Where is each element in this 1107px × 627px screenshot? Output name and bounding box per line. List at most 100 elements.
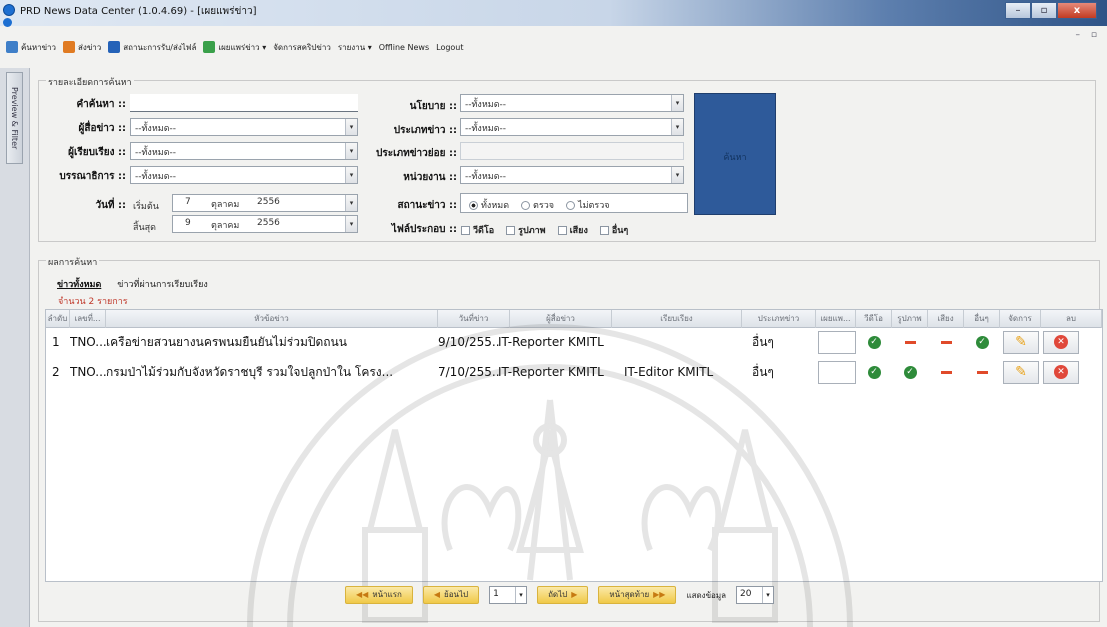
- attachment-label: ไฟล์ประกอบ ::: [391, 224, 457, 235]
- radio-icon: [521, 200, 531, 210]
- status-radio-1[interactable]: ตรวจ: [521, 198, 554, 212]
- type-select-value: --ทั้งหมด--: [465, 124, 507, 134]
- column-header-10[interactable]: เสียง: [928, 310, 964, 328]
- menu-item-3[interactable]: เผยแพร่ข่าว ▾: [203, 41, 266, 54]
- title-bar: PRD News Data Center (1.0.4.69) - [เผยแพ…: [0, 0, 1107, 27]
- pencil-icon: ✎: [1015, 334, 1027, 350]
- page-size-select[interactable]: 20 ▾: [736, 586, 775, 604]
- attach-checkbox-label: รูปภาพ: [518, 226, 546, 236]
- column-header-3[interactable]: วันที่ข่าว: [438, 310, 510, 328]
- attach-checkbox-label: เสียง: [569, 226, 588, 236]
- next-page-icon: ▶: [571, 590, 578, 599]
- table-row[interactable]: 1 TNO... เครือข่ายสวนยางนครพนมยืนยันไม่ร่ว…: [46, 329, 1102, 355]
- column-header-0[interactable]: ลำดับ: [46, 310, 70, 328]
- publish-cell-box[interactable]: [818, 361, 856, 384]
- column-header-7[interactable]: เผยแพ...: [816, 310, 856, 328]
- menu-item-4[interactable]: จัดการสคริปข่าว: [273, 41, 331, 54]
- search-button[interactable]: ค้นหา: [694, 93, 776, 215]
- preview-filter-tab[interactable]: Preview & Filter: [6, 72, 23, 164]
- column-header-12[interactable]: จัดการ: [1000, 310, 1041, 328]
- criteria-legend: รายละเอียดการค้นหา: [46, 75, 134, 89]
- last-page-button[interactable]: หน้าสุดท้าย ▶▶: [598, 586, 677, 604]
- policy-label: นโยบาย ::: [409, 101, 457, 112]
- edit-button[interactable]: ✎: [1003, 361, 1039, 384]
- page-size-value: 20: [740, 589, 752, 599]
- menu-item-2[interactable]: สถานะการรับ/ส่งไฟล์: [108, 41, 196, 54]
- delete-button[interactable]: ✕: [1043, 331, 1079, 354]
- grid-header: ลำดับ เลขที่... หัวข้อข่าว วันที่ข่าว ผู้สื่…: [46, 310, 1102, 328]
- check-icon: ✓: [975, 336, 989, 349]
- table-row[interactable]: 2 TNO... กรมป่าไม้ร่วมกับจังหวัดราชบุรี รว…: [46, 359, 1102, 385]
- unit-select[interactable]: --ทั้งหมด-- ▾: [460, 166, 684, 184]
- status-radio-0[interactable]: ทั้งหมด: [469, 198, 509, 212]
- type-select[interactable]: --ทั้งหมด-- ▾: [460, 118, 684, 136]
- app-menu-icon[interactable]: [3, 18, 12, 27]
- tab-1[interactable]: ข่าวที่ผ่านการเรียบเรียง: [115, 276, 209, 292]
- radio-icon: [566, 200, 576, 210]
- status-label: สถานะข่าว ::: [397, 200, 457, 211]
- maximize-button[interactable]: ▫: [1031, 2, 1057, 19]
- menu-item-label: เผยแพร่ข่าว ▾: [218, 42, 267, 52]
- tab-0[interactable]: ข่าวทั้งหมด: [55, 276, 103, 292]
- end-day: 9: [185, 218, 191, 228]
- menu-item-1[interactable]: ส่งข่าว: [63, 41, 101, 54]
- first-page-label: หน้าแรก: [372, 590, 402, 599]
- end-date-picker[interactable]: 9 ตุลาคม 2556 ▾: [172, 215, 358, 233]
- column-header-8[interactable]: วีดีโอ: [856, 310, 892, 328]
- search-button-label: ค้นหา: [723, 153, 747, 163]
- subtype-select[interactable]: [460, 142, 684, 160]
- chevron-down-icon: ▾: [671, 119, 683, 135]
- reporter-select[interactable]: --ทั้งหมด-- ▾: [130, 118, 358, 136]
- first-page-button[interactable]: ◀◀ หน้าแรก: [345, 586, 413, 604]
- publish-cell-box[interactable]: [818, 331, 856, 354]
- attach-checkbox-1[interactable]: รูปภาพ: [506, 223, 546, 237]
- next-page-button[interactable]: ถัดไป ▶: [537, 586, 589, 604]
- column-header-4[interactable]: ผู้สื่อข่าว: [510, 310, 612, 328]
- attach-checkbox-2[interactable]: เสียง: [557, 223, 588, 237]
- edit-button[interactable]: ✎: [1003, 331, 1039, 354]
- column-header-11[interactable]: อื่นๆ: [964, 310, 1000, 328]
- attach-checkbox-0[interactable]: วีดีโอ: [461, 223, 494, 237]
- chevron-down-icon: ▾: [762, 587, 773, 603]
- unit-select-value: --ทั้งหมด--: [465, 172, 507, 182]
- cell-date: 9/10/255...: [438, 335, 500, 349]
- minimize-button[interactable]: –: [1005, 2, 1031, 19]
- first-page-icon: ◀◀: [356, 590, 369, 599]
- page-number-select[interactable]: 1 ▾: [489, 586, 528, 604]
- writer-select[interactable]: --ทั้งหมด-- ▾: [130, 142, 358, 160]
- column-header-1[interactable]: เลขที่...: [70, 310, 106, 328]
- editor-select[interactable]: --ทั้งหมด-- ▾: [130, 166, 358, 184]
- cell-video: ✓: [856, 359, 892, 385]
- cell-index: 1: [52, 335, 60, 349]
- end-date-label: สิ้นสุด: [133, 223, 156, 233]
- attach-checkbox-label: อื่นๆ: [611, 226, 629, 236]
- status-radio-label: ทั้งหมด: [481, 201, 510, 211]
- status-radio-2[interactable]: ไม่ตรวจ: [566, 198, 610, 212]
- dash-icon: [940, 371, 952, 374]
- start-day: 7: [185, 197, 191, 207]
- start-date-picker[interactable]: 7 ตุลาคม 2556 ▾: [172, 194, 358, 212]
- policy-select[interactable]: --ทั้งหมด-- ▾: [460, 94, 684, 112]
- column-header-13[interactable]: ลบ: [1041, 310, 1102, 328]
- column-header-6[interactable]: ประเภทข่าว: [742, 310, 816, 328]
- column-header-5[interactable]: เรียบเรียง: [612, 310, 742, 328]
- attach-checkbox-3[interactable]: อื่นๆ: [599, 223, 629, 237]
- close-button[interactable]: x: [1057, 2, 1097, 19]
- delete-button[interactable]: ✕: [1043, 361, 1079, 384]
- window-title: PRD News Data Center (1.0.4.69) - [เผยแพ…: [20, 6, 257, 17]
- column-header-9[interactable]: รูปภาพ: [892, 310, 928, 328]
- menu-item-label: สถานะการรับ/ส่งไฟล์: [123, 42, 197, 52]
- menu-item-7[interactable]: Logout: [436, 43, 463, 52]
- column-header-2[interactable]: หัวข้อข่าว: [106, 310, 438, 328]
- menu-item-0[interactable]: ค้นหาข่าว: [6, 41, 56, 54]
- cell-title: กรมป่าไม้ร่วมกับจังหวัดราชบุรี รวมใจปลูก…: [106, 365, 394, 379]
- menu-item-5[interactable]: รายงาน ▾: [338, 41, 372, 54]
- result-count: จำนวน 2 รายการ: [58, 297, 128, 307]
- prev-page-button[interactable]: ◀ ย้อนไป: [422, 586, 480, 604]
- pager: ◀◀ หน้าแรก ◀ ย้อนไป 1 ▾ ถัดไป ▶ หน้าสุดท้าย ▶…: [345, 585, 775, 605]
- last-page-label: หน้าสุดท้าย: [609, 590, 650, 599]
- checkbox-icon: [557, 225, 567, 235]
- menu-item-6[interactable]: Offline News: [379, 43, 429, 52]
- keyword-input[interactable]: [130, 94, 358, 112]
- menu-item-label: Offline News: [378, 42, 430, 52]
